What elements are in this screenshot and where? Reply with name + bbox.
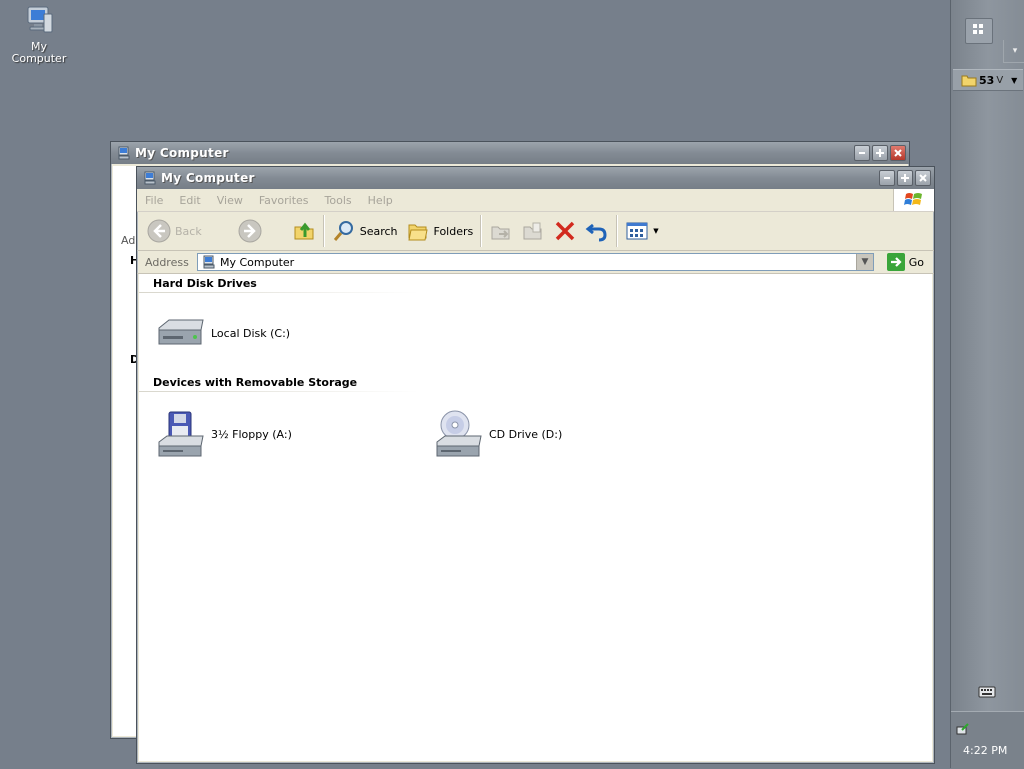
folder-up-icon: [294, 222, 314, 240]
drive-label: Local Disk (C:): [211, 326, 291, 340]
forward-button[interactable]: [234, 215, 266, 247]
window-title: My Computer: [135, 146, 229, 160]
desktop-icon-my-computer[interactable]: My Computer: [6, 4, 72, 65]
background-window-titlebar[interactable]: My Computer: [111, 142, 909, 164]
menu-file[interactable]: File: [137, 194, 171, 207]
back-arrow-icon: [147, 219, 171, 243]
group-divider: [139, 292, 419, 293]
system-tray: 4:22 PM: [951, 711, 1024, 769]
clock[interactable]: 4:22 PM: [963, 744, 1007, 757]
toolbar-separator: [616, 215, 619, 247]
search-icon: [333, 221, 353, 241]
side-panel-dropdown-button[interactable]: ▾: [1003, 40, 1024, 63]
address-dropdown-button[interactable]: ▼: [856, 254, 873, 270]
delete-x-icon: [556, 221, 575, 241]
maximize-button[interactable]: [897, 170, 913, 186]
group-header-removable: Devices with Removable Storage: [153, 376, 358, 389]
side-panel-menu-button[interactable]: [965, 18, 993, 44]
maximize-button[interactable]: [872, 145, 888, 161]
my-computer-window[interactable]: My Computer File Edit View Favorites Too…: [136, 166, 935, 764]
folders-icon: [407, 224, 428, 241]
toolbar: Back Search Folders ▼: [137, 212, 934, 251]
undo-button[interactable]: [581, 215, 613, 247]
hard-disk-icon: [158, 319, 204, 345]
address-bar: Address My Computer ▼ Go: [137, 251, 934, 274]
back-button[interactable]: Back: [143, 215, 206, 247]
chevron-down-icon: ▼: [1011, 75, 1018, 85]
windows-logo: [893, 189, 934, 211]
cd-drive-icon: [436, 410, 482, 457]
window-titlebar[interactable]: My Computer: [137, 167, 934, 189]
computer-icon: [203, 255, 215, 269]
search-label: Search: [359, 224, 398, 238]
drive-item-floppy[interactable]: 3½ Floppy (A:): [155, 410, 292, 458]
address-label: Address: [145, 255, 189, 269]
copy-to-button[interactable]: [517, 215, 549, 247]
menu-edit[interactable]: Edit: [171, 194, 208, 207]
up-folder-button[interactable]: [288, 215, 320, 247]
undo-icon: [585, 223, 607, 242]
floppy-drive-icon: [158, 411, 204, 457]
file-view: Hard Disk Drives Local Disk (C:) Devices…: [139, 274, 932, 761]
folder-count-bar[interactable]: 53 V ▼: [953, 69, 1023, 91]
folders-button[interactable]: Folders: [402, 215, 478, 247]
minimize-button[interactable]: [879, 170, 895, 186]
group-divider: [139, 391, 419, 392]
move-to-icon: [491, 226, 510, 240]
toolbar-separator: [322, 215, 325, 247]
views-dropdown-arrow-icon: ▼: [653, 227, 659, 235]
computer-icon: [27, 6, 53, 33]
back-label: Back: [175, 224, 202, 238]
drive-item-cd[interactable]: CD Drive (D:): [433, 410, 562, 458]
go-button[interactable]: Go: [886, 253, 924, 271]
minimize-button[interactable]: [854, 145, 870, 161]
address-input[interactable]: My Computer ▼: [197, 253, 874, 271]
close-button[interactable]: [890, 145, 906, 161]
chevron-down-icon: ▾: [1012, 46, 1018, 56]
computer-icon: [118, 146, 130, 160]
views-button[interactable]: ▼: [621, 215, 662, 247]
menu-help[interactable]: Help: [360, 194, 401, 207]
move-to-button[interactable]: [485, 215, 517, 247]
menu-tools[interactable]: Tools: [317, 194, 360, 207]
copy-to-icon: [523, 222, 542, 240]
computer-icon: [144, 171, 156, 185]
grid-menu-icon: [973, 24, 983, 34]
menu-view[interactable]: View: [209, 194, 251, 207]
desktop-icon-label: My Computer: [11, 40, 67, 65]
search-button[interactable]: Search: [328, 215, 402, 247]
drive-item-local-disk[interactable]: Local Disk (C:): [155, 318, 290, 348]
close-button[interactable]: [915, 170, 931, 186]
window-title: My Computer: [161, 171, 255, 185]
forward-arrow-icon: [238, 219, 262, 243]
toolbar-separator: [480, 215, 483, 247]
menu-favorites[interactable]: Favorites: [251, 194, 317, 207]
network-tray-icon[interactable]: [956, 722, 970, 736]
views-grid-icon: [626, 222, 648, 240]
windows-flag-icon: [904, 193, 922, 205]
drive-label: 3½ Floppy (A:): [211, 427, 292, 441]
background-fragment: Ad: [121, 234, 136, 247]
menu-bar: File Edit View Favorites Tools Help: [137, 189, 934, 212]
folders-label: Folders: [433, 224, 474, 238]
folder-count: 53: [979, 73, 995, 87]
go-arrow-icon: [886, 253, 905, 271]
drive-label: CD Drive (D:): [489, 427, 563, 441]
group-header-hard-disks: Hard Disk Drives: [153, 277, 257, 290]
delete-button[interactable]: [549, 215, 581, 247]
folder-count-suffix: V: [996, 74, 1004, 86]
keyboard-icon[interactable]: [978, 684, 996, 698]
address-value: My Computer: [220, 255, 295, 269]
side-panel: ▾ 53 V ▼: [950, 0, 1024, 768]
go-label: Go: [908, 255, 924, 269]
folder-icon: [961, 75, 977, 87]
